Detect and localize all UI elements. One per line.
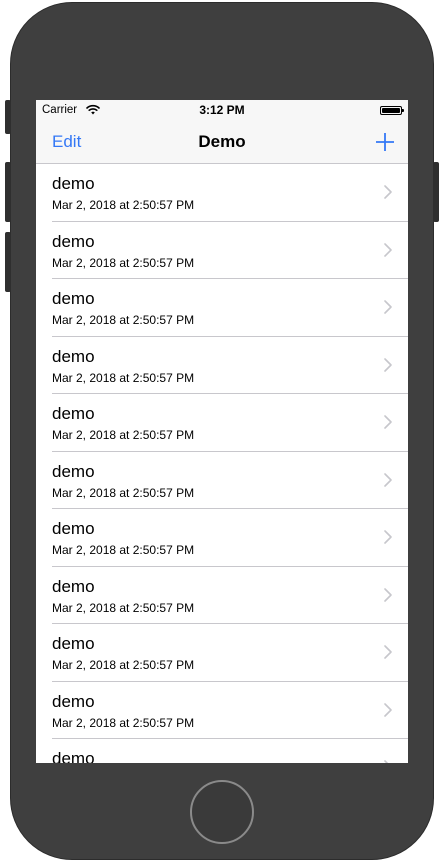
- screen: Carrier 3:12 PM Edit Demo demo Mar 2, 201…: [36, 100, 408, 763]
- navigation-bar: Edit Demo: [36, 120, 408, 164]
- row-subtitle: Mar 2, 2018 at 2:50:57 PM: [52, 198, 195, 212]
- table-row[interactable]: demo Mar 2, 2018 at 2:50:57 PM: [36, 279, 408, 337]
- row-title: demo: [52, 461, 95, 481]
- row-title: demo: [52, 174, 95, 193]
- table-row[interactable]: demo Mar 2, 2018 at 2:50:57 PM: [36, 164, 408, 222]
- row-subtitle: Mar 2, 2018 at 2:50:57 PM: [52, 658, 195, 672]
- row-subtitle: Mar 2, 2018 at 2:50:57 PM: [52, 370, 195, 385]
- table-row[interactable]: demo Mar 2, 2018 at 2:50:57 PM: [36, 394, 408, 452]
- chevron-right-icon: [384, 357, 392, 372]
- chevron-right-icon: [384, 645, 392, 659]
- row-subtitle: Mar 2, 2018 at 2:50:57 PM: [52, 715, 195, 730]
- add-button[interactable]: [374, 131, 396, 153]
- row-subtitle: Mar 2, 2018 at 2:50:57 PM: [52, 313, 195, 327]
- home-button[interactable]: [190, 780, 254, 844]
- table-row[interactable]: demoMar 2, 2018 at 2:50:57 PM: [36, 739, 408, 763]
- volume-up-button: [5, 162, 11, 222]
- chevron-right-icon: [384, 472, 392, 487]
- table-row[interactable]: demo Mar 2, 2018 at 2:50:57 PM: [36, 337, 408, 394]
- chevron-right-icon: [384, 702, 392, 717]
- chevron-right-icon: [384, 242, 392, 257]
- volume-down-button: [5, 232, 11, 292]
- table-row[interactable]: demo Mar 2, 2018 at 2:50:57 PM: [36, 567, 408, 624]
- status-time: 3:12 PM: [199, 103, 245, 117]
- table-row[interactable]: demo Mar 2, 2018 at 2:50:57 PM: [36, 452, 408, 509]
- table-row[interactable]: demo Mar 2, 2018 at 2:50:57 PM: [36, 222, 408, 279]
- chevron-right-icon: [384, 415, 392, 429]
- status-bar: Carrier 3:12 PM: [36, 100, 408, 120]
- power-button: [433, 162, 439, 222]
- row-title: demo: [52, 346, 95, 366]
- table-list: demo Mar 2, 2018 at 2:50:57 PM demo Mar 2, …: [36, 164, 408, 763]
- chevron-right-icon: [384, 185, 392, 199]
- table-row[interactable]: demo Mar 2, 2018 at 2:50:57 PM: [36, 624, 408, 682]
- row-title: demo: [52, 289, 95, 308]
- battery-icon: [380, 106, 404, 115]
- row-title: demo: [52, 691, 95, 711]
- table-row[interactable]: demo Mar 2, 2018 at 2:50:57 PM: [36, 682, 408, 739]
- chevron-right-icon: [384, 760, 389, 763]
- row-title: demo: [52, 519, 95, 538]
- row-title: demo: [52, 634, 95, 653]
- chevron-right-icon: [384, 300, 392, 314]
- row-subtitle: Mar 2, 2018 at 2:50:57 PM: [52, 255, 195, 270]
- row-subtitle: Mar 2, 2018 at 2:50:57 PM: [52, 428, 195, 442]
- row-title: demo: [52, 404, 95, 423]
- row-subtitle: Mar 2, 2018 at 2:50:57 PM: [52, 485, 195, 500]
- page-title: Demo: [198, 132, 246, 151]
- chevron-right-icon: [384, 587, 392, 602]
- row-title: demo: [52, 231, 95, 251]
- row-title: demo: [52, 749, 95, 763]
- chevron-right-icon: [384, 530, 392, 544]
- mute-switch: [5, 100, 11, 134]
- table-row[interactable]: demo Mar 2, 2018 at 2:50:57 PM: [36, 509, 408, 567]
- row-subtitle: Mar 2, 2018 at 2:50:57 PM: [52, 600, 195, 615]
- row-subtitle: Mar 2, 2018 at 2:50:57 PM: [52, 543, 195, 557]
- row-title: demo: [52, 576, 95, 596]
